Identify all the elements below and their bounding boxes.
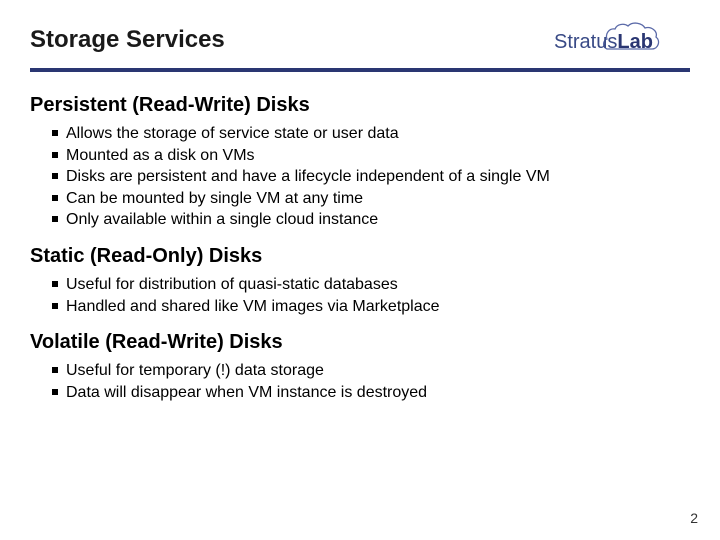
- cloud-logo-icon: StratusLab: [550, 18, 690, 62]
- page-number: 2: [690, 510, 698, 526]
- header-row: Storage Services StratusLab: [30, 18, 690, 62]
- list-item: Can be mounted by single VM at any time: [52, 188, 690, 210]
- svg-text:StratusLab: StratusLab: [554, 31, 653, 53]
- list-item: Data will disappear when VM instance is …: [52, 382, 690, 404]
- list-item: Allows the storage of service state or u…: [52, 123, 690, 145]
- bullet-list: Useful for temporary (!) data storage Da…: [30, 360, 690, 403]
- list-item: Useful for distribution of quasi-static …: [52, 274, 690, 296]
- page-title: Storage Services: [30, 26, 225, 54]
- list-item: Mounted as a disk on VMs: [52, 145, 690, 167]
- list-item: Useful for temporary (!) data storage: [52, 360, 690, 382]
- bullet-list: Allows the storage of service state or u…: [30, 123, 690, 231]
- logo-text-a: Stratus: [554, 31, 617, 53]
- list-item: Disks are persistent and have a lifecycl…: [52, 166, 690, 188]
- section-heading: Persistent (Read-Write) Disks: [30, 94, 690, 117]
- list-item: Handled and shared like VM images via Ma…: [52, 296, 690, 318]
- section-heading: Static (Read-Only) Disks: [30, 245, 690, 268]
- stratuslab-logo: StratusLab: [550, 18, 690, 62]
- bullet-list: Useful for distribution of quasi-static …: [30, 274, 690, 317]
- slide: Storage Services StratusLab Persistent (…: [0, 0, 720, 540]
- header-rule: [30, 68, 690, 72]
- list-item: Only available within a single cloud ins…: [52, 209, 690, 231]
- section-heading: Volatile (Read-Write) Disks: [30, 331, 690, 354]
- logo-text-b: Lab: [617, 31, 653, 53]
